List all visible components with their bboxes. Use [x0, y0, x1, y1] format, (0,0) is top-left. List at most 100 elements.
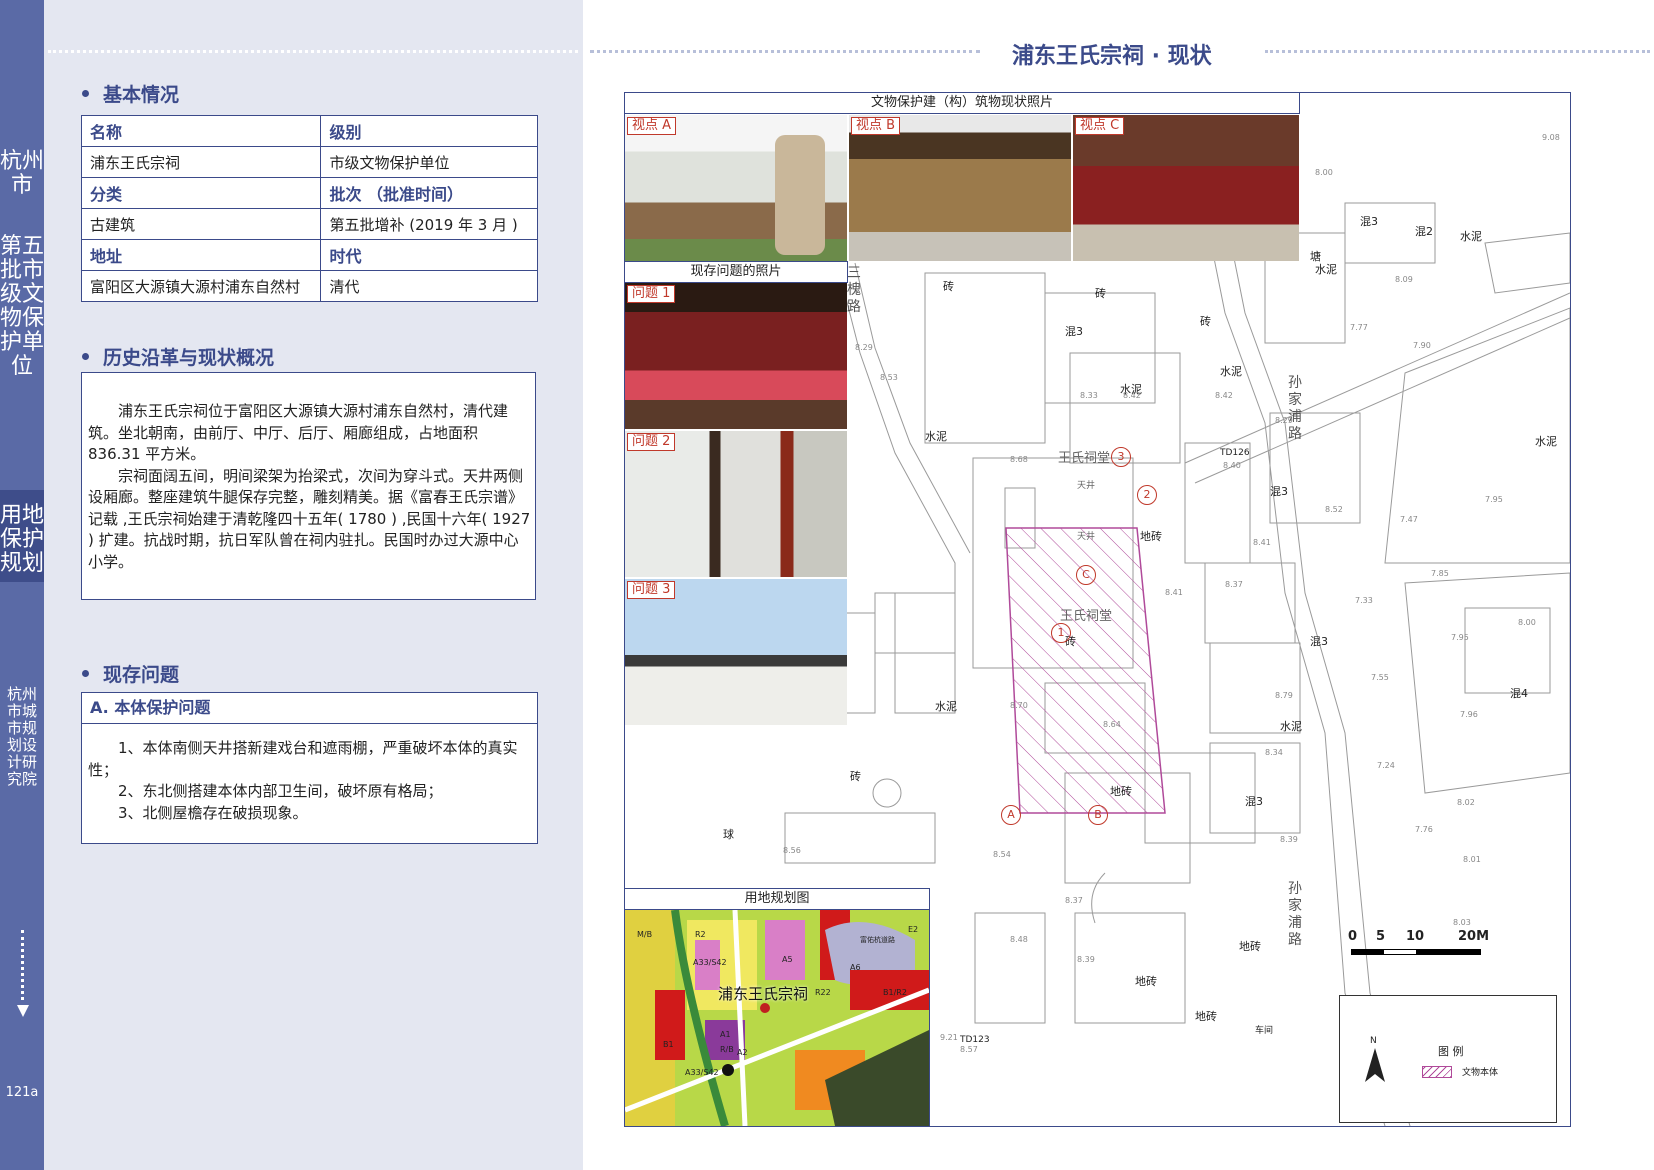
- elevation-label: 8.39: [1077, 955, 1095, 964]
- north-arrow-icon: [1365, 1048, 1385, 1082]
- map-label: 砖: [1095, 287, 1106, 300]
- map-label: 地砖: [1135, 975, 1157, 988]
- landuse-code: B1: [663, 1040, 674, 1049]
- road-label: 三槐路: [847, 265, 861, 315]
- scale-label: 5: [1376, 929, 1386, 944]
- table-cell: 级别: [320, 115, 538, 147]
- page-number: 121a: [5, 1085, 39, 1100]
- table-row: 古建筑 第五批增补 (2019 年 3 月 ): [80, 208, 538, 240]
- elevation-label: 7.47: [1400, 515, 1418, 524]
- elevation-label: 8.68: [1010, 455, 1028, 464]
- table-row: 浦东王氏宗祠 市级文物保护单位: [80, 146, 538, 178]
- map-label: 混3: [1065, 325, 1083, 338]
- elevation-label: 8.39: [1280, 835, 1298, 844]
- elevation-label: 8.01: [1463, 855, 1481, 864]
- map-label: 球: [723, 828, 734, 841]
- landuse-code: A5: [782, 955, 793, 964]
- map-label: 水泥: [1220, 365, 1242, 378]
- table-cell: 清代: [320, 270, 538, 302]
- elevation-label: 8.41: [1165, 588, 1183, 597]
- landuse-map: 浦东王氏宗祠 R2 A33/S42 A5 A6 R22 B1/R2 R/B B1…: [625, 910, 930, 1126]
- marker-a: A: [1001, 805, 1021, 825]
- legend: N 图 例 文物本体: [1339, 995, 1557, 1123]
- photo-view-c: 视点 C: [1073, 115, 1299, 261]
- issue-item: 3、北侧屋檐存在破损现象。: [118, 803, 308, 822]
- elevation-label: 8.29: [1275, 416, 1293, 425]
- bullet-icon: [82, 90, 89, 97]
- elevation-label: 7.76: [1415, 825, 1433, 834]
- table-row: 地址 时代: [80, 239, 538, 271]
- photo-tag: 视点 C: [1075, 117, 1125, 135]
- road-label: 孙家浦路: [1288, 881, 1302, 948]
- map-label: 混3: [1310, 635, 1328, 648]
- issue-item: 1、本体南侧天井搭新建戏台和遮雨棚，严重破坏本体的真实性；: [88, 739, 518, 779]
- top-divider-mid: [590, 50, 980, 53]
- map-label: 水泥: [1280, 720, 1302, 733]
- bullet-icon: [82, 670, 89, 677]
- landuse-site-label: 浦东王氏宗祠: [718, 985, 809, 1003]
- elevation-label: 8.03: [1453, 918, 1471, 927]
- photo-tag: 视点 A: [627, 117, 677, 135]
- elevation-label: 7.77: [1350, 323, 1368, 332]
- landuse-code: A2: [737, 1048, 748, 1057]
- landuse-code: A1: [720, 1030, 731, 1039]
- scale-label: 20M: [1458, 929, 1490, 944]
- elevation-label: 8.57: [960, 1045, 978, 1054]
- elevation-label: 7.95: [1485, 495, 1503, 504]
- elevation-label: 8.53: [880, 373, 898, 382]
- elevation-label: 8.70: [1010, 701, 1028, 710]
- map-label: 水泥: [925, 430, 947, 443]
- elevation-label: 8.48: [1010, 935, 1028, 944]
- map-label: 水泥: [1460, 230, 1482, 243]
- arrow-down-icon: [17, 1005, 29, 1017]
- elevation-label: 8.33: [1080, 391, 1098, 400]
- marker-3: 3: [1111, 447, 1131, 467]
- road-label: 孙家浦路: [1288, 375, 1302, 442]
- elevation-label: 7.85: [1431, 569, 1449, 578]
- photo-problem-3: 问题 3: [625, 579, 847, 725]
- north-label: N: [1370, 1036, 1377, 1046]
- elevation-label: 8.40: [1223, 461, 1241, 470]
- sidebar-plan: 用地保护规划: [0, 490, 44, 582]
- elevation-label: 7.90: [1413, 341, 1431, 350]
- marker-c: C: [1076, 565, 1096, 585]
- photo-tag: 问题 1: [627, 285, 676, 303]
- issues-box: A. 本体保护问题 1、本体南侧天井搭新建戏台和遮雨棚，严重破坏本体的真实性； …: [81, 692, 538, 844]
- photo-problem-1: 问题 1: [625, 283, 847, 429]
- table-cell: 第五批增补 (2019 年 3 月 ): [320, 208, 538, 240]
- map-label: 砖: [850, 770, 861, 783]
- landuse-code: A33/S42: [685, 1068, 719, 1077]
- scale-label: 10: [1406, 929, 1425, 944]
- elevation-label: 7.33: [1355, 596, 1373, 605]
- elevation-label: 8.00: [1315, 168, 1333, 177]
- top-divider-right: [1265, 50, 1650, 53]
- map-label: 地砖: [1140, 530, 1162, 543]
- sidebar-city: 杭州市: [0, 149, 45, 198]
- marker-2: 2: [1137, 485, 1157, 505]
- table-cell: 分类: [80, 177, 322, 209]
- map-label: 混4: [1510, 687, 1528, 700]
- photo-tag: 问题 3: [627, 581, 676, 599]
- elevation-label: 8.02: [1457, 798, 1475, 807]
- elevation-label: 7.55: [1371, 673, 1389, 682]
- elevation-label: 7.95: [1451, 633, 1469, 642]
- landuse-caption: 用地规划图: [625, 888, 930, 910]
- photo-view-a: 视点 A: [625, 115, 847, 261]
- section-title-issues: 现存问题: [82, 660, 179, 687]
- map-label: 地砖: [1239, 940, 1261, 953]
- photo-view-b: 视点 B: [849, 115, 1071, 261]
- marker-b: B: [1088, 805, 1108, 825]
- elevation-label: 7.96: [1460, 710, 1478, 719]
- elevation-label: 9.08: [1542, 133, 1560, 142]
- elevation-label: 8.42: [1215, 391, 1233, 400]
- landuse-park: 富佑杭道路: [860, 936, 895, 944]
- problem-photos-caption: 现存问题的照片: [625, 261, 848, 283]
- photo-tag: 视点 B: [851, 117, 901, 135]
- elevation-label: 9.21: [940, 1033, 958, 1042]
- sidebar-batch: 第五批市级文物保护单位: [0, 234, 45, 379]
- elevation-label: 8.09: [1395, 275, 1413, 284]
- elevation-label: 8.54: [993, 850, 1011, 859]
- stone-tablet: [775, 135, 825, 255]
- legend-swatch: [1422, 1066, 1452, 1078]
- map-label: 天井: [1077, 532, 1096, 542]
